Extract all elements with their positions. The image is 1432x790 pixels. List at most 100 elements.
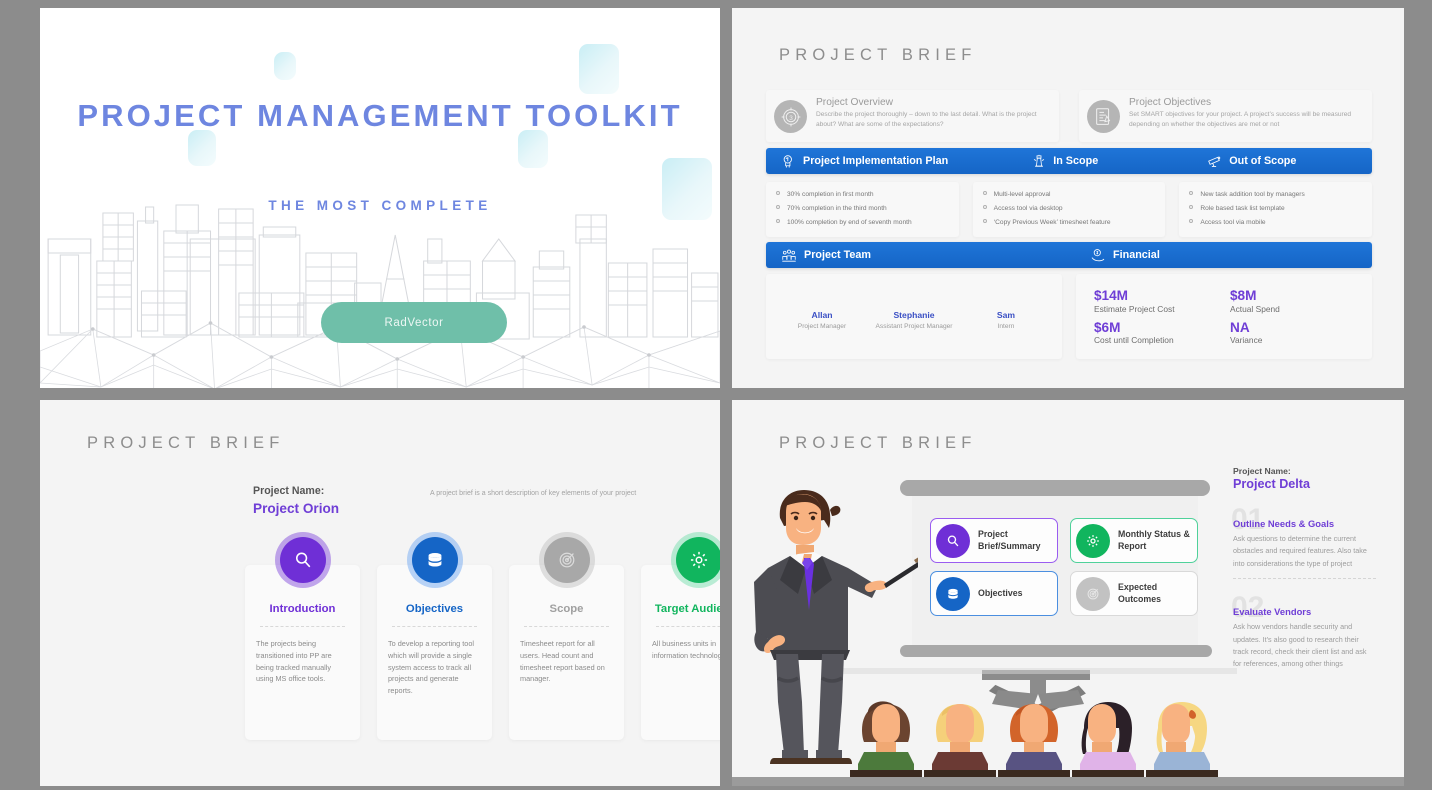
projector-screen-top-bar <box>900 480 1210 496</box>
list-item-label: 70% completion in the third month <box>787 205 887 213</box>
financial-label: Actual Spend <box>1230 303 1280 314</box>
presenter-illustration <box>754 490 918 764</box>
bar-label: Project Implementation Plan <box>803 155 949 167</box>
section-heading: Outline Needs & Goals <box>1233 518 1335 529</box>
section-body: Ask questions to determine the current o… <box>1233 534 1367 568</box>
slide-project-brief-overview[interactable]: PROJECT BRIEF 3 Project Overview Describ… <box>732 8 1404 388</box>
bar-item-implementation-plan[interactable]: Project Implementation Plan <box>780 153 948 170</box>
brief-card[interactable]: Introduction The projects being transiti… <box>245 565 360 740</box>
project-team-card: Allan Project Manager Stephanie Assistan… <box>766 274 1062 360</box>
overview-card[interactable]: Project Objectives Set SMART objectives … <box>1079 90 1372 142</box>
page-title: PROJECT BRIEF <box>779 46 977 64</box>
screen-box[interactable]: Monthly Status & Report <box>1070 518 1198 563</box>
screen-box[interactable]: Project Brief/Summary <box>930 518 1058 563</box>
screen-box-label: Objectives <box>978 587 1023 598</box>
bullet-icon <box>776 205 780 210</box>
financial-value: $14M <box>1094 288 1129 303</box>
list-item: New task addition tool by managers <box>1189 191 1364 199</box>
team-financial-row: Allan Project Manager Stephanie Assistan… <box>766 274 1372 360</box>
brief-cards: Introduction The projects being transiti… <box>245 532 720 740</box>
financial-metric: NA Variance <box>1230 320 1358 346</box>
projector-screen-bottom-bar <box>900 645 1212 657</box>
bullet-icon <box>982 219 987 224</box>
slide-project-brief-orion[interactable]: PROJECT BRIEF Project Name: Project Orio… <box>40 400 720 786</box>
team-member-name: Allan <box>811 310 833 320</box>
brief-card-title: Objectives <box>405 603 464 615</box>
scope-columns: 30% completion in first month 70% comple… <box>766 182 1373 237</box>
section-bar-implementation: Project Implementation Plan In Scope Out… <box>766 148 1372 174</box>
list-item: Multi-level approval <box>982 191 1158 199</box>
telescope-icon <box>1208 156 1221 167</box>
page-title: PROJECT MANAGEMENT TOOLKIT <box>77 98 683 133</box>
clipboard-icon <box>1087 100 1120 133</box>
bar-item-in-scope[interactable]: In Scope <box>1031 153 1098 170</box>
brief-card-title: Scope <box>549 603 584 615</box>
project-name-value: Project Orion <box>253 501 340 516</box>
team-member: Stephanie Assistant Project Manager <box>872 310 956 337</box>
screen-box-label: Expected Outcomes <box>1118 582 1162 604</box>
slide-title[interactable]: PROJECT MANAGEMENT TOOLKIT THE MOST COMP… <box>40 8 720 388</box>
sidebar-details: Project Name: Project Delta 01 Outline N… <box>1231 466 1376 671</box>
bar-item-project-team[interactable]: Project Team <box>780 247 871 264</box>
bar-item-financial[interactable]: Financial <box>1089 247 1160 264</box>
lighthouse-icon <box>1034 154 1045 167</box>
screen-boxes: Project Brief/Summary Monthly Status & R… <box>930 518 1198 616</box>
list-item: 30% completion in first month <box>776 191 951 199</box>
gear-icon <box>1076 523 1110 558</box>
bar-label: Out of Scope <box>1229 155 1297 167</box>
scope-column: 30% completion in first month 70% comple… <box>766 182 959 237</box>
brief-card[interactable]: Objectives To develop a reporting tool w… <box>377 565 492 740</box>
target-icon[interactable] <box>543 537 590 583</box>
bar-label: Project Team <box>804 249 872 261</box>
financial-value: $8M <box>1230 288 1257 303</box>
brief-card-title: Introduction <box>269 603 336 615</box>
overview-card[interactable]: 3 Project Overview Describe the project … <box>766 90 1059 142</box>
decor-square <box>579 44 619 94</box>
sidebar-section: 01 Outline Needs & Goals Ask questions t… <box>1231 505 1376 580</box>
radvector-button[interactable]: RadVector <box>321 302 507 343</box>
section-bar-team-financial: Project Team Financial <box>766 242 1372 268</box>
team-member-role: Project Manager <box>797 323 847 330</box>
gear-brain-icon <box>783 154 792 168</box>
bullet-icon <box>982 205 987 210</box>
slide-project-brief-delta[interactable]: PROJECT BRIEF Project Brief/Summary Mont… <box>732 400 1404 786</box>
screen-box[interactable]: Objectives <box>930 571 1058 616</box>
gear-icon[interactable] <box>675 537 720 583</box>
financial-label: Variance <box>1230 335 1263 346</box>
bullet-icon <box>982 191 987 195</box>
target-icon <box>1076 576 1110 611</box>
brief-card-body: To develop a reporting tool which will p… <box>388 639 474 696</box>
target-icon: 3 <box>774 100 807 133</box>
list-item: 70% completion in the third month <box>776 205 951 213</box>
bar-item-out-of-scope[interactable]: Out of Scope <box>1205 153 1296 170</box>
floor-strip <box>732 777 1404 786</box>
overview-card-desc: Describe the project thoroughly – down t… <box>816 111 1037 129</box>
brief-card[interactable]: Target Audience All business units in in… <box>641 565 720 740</box>
screen-box[interactable]: Expected Outcomes <box>1070 571 1198 616</box>
bar-label: In Scope <box>1053 155 1099 167</box>
team-member-role: Assistant Project Manager <box>875 323 953 330</box>
team-member-name: Stephanie <box>893 310 935 320</box>
decor-square <box>274 52 296 80</box>
list-item-label: New task addition tool by managers <box>1200 191 1305 198</box>
bullet-icon <box>776 191 780 195</box>
divider <box>260 626 345 627</box>
financial-card: $14M Estimate Project Cost $8M Actual Sp… <box>1076 274 1372 360</box>
database-icon[interactable] <box>411 537 458 583</box>
brief-card-body: The projects being transitioned into PP … <box>256 639 332 684</box>
bar-label: Financial <box>1113 249 1160 261</box>
city-skyline-illustration <box>40 204 720 388</box>
brief-card[interactable]: Scope Timesheet report for all users. He… <box>509 565 624 740</box>
magnifier-icon[interactable] <box>279 537 326 583</box>
project-name-label: Project Name: <box>1233 466 1291 476</box>
overview-card-title: Project Overview <box>816 97 893 108</box>
section-heading: Evaluate Vendors <box>1233 606 1312 618</box>
financial-metric: $14M Estimate Project Cost <box>1094 288 1222 314</box>
list-item: ‘Copy Previous Week’ timesheet feature <box>982 219 1158 227</box>
screen-box-label: Project Brief/Summary <box>978 529 1041 551</box>
database-icon <box>936 576 970 611</box>
list-item-label: Access tool via mobile <box>1200 219 1266 227</box>
financial-label: Cost until Completion <box>1094 335 1174 346</box>
scope-column: New task addition tool by managers Role … <box>1179 182 1373 237</box>
divider <box>656 626 720 627</box>
